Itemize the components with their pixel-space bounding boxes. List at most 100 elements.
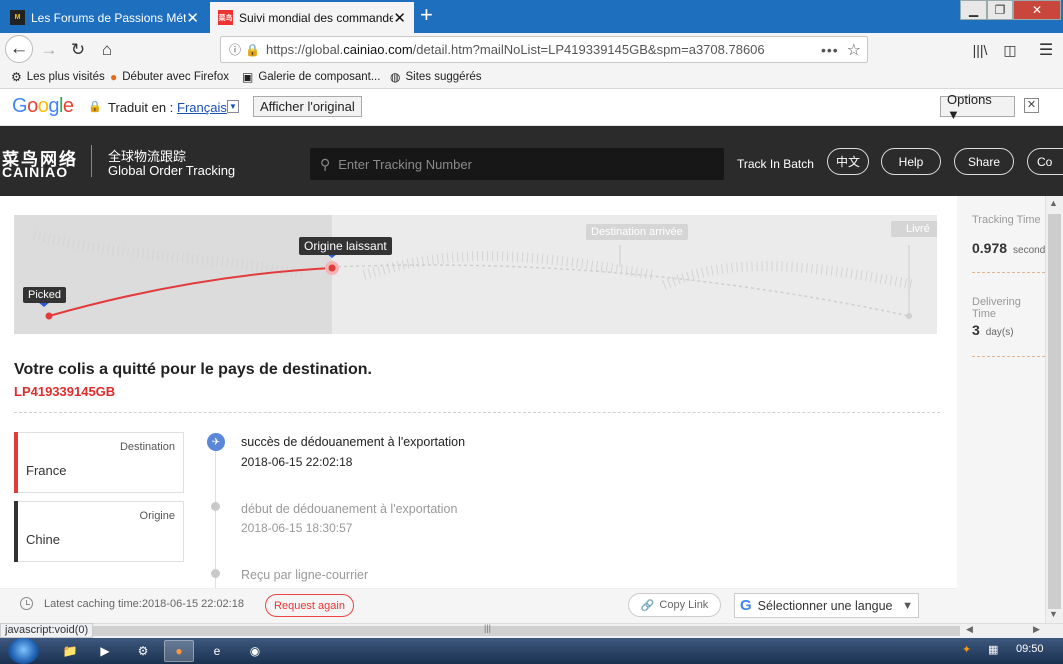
chinese-language-button[interactable]: 中文	[827, 148, 869, 175]
progress-map: Picked Origine laissant Destination arri…	[14, 215, 937, 334]
tracking-search-box: ⚲	[310, 148, 724, 180]
destination-value: France	[26, 463, 67, 478]
help-button[interactable]: Help	[881, 148, 941, 175]
track-in-batch-link[interactable]: Track In Batch	[737, 157, 814, 171]
share-button[interactable]: Share	[954, 148, 1014, 175]
destination-card: Destination France	[14, 432, 184, 493]
map-texture	[32, 230, 915, 290]
chrome-icon[interactable]: ◉	[240, 640, 270, 662]
options-button[interactable]: Options ▼	[940, 92, 1015, 122]
scroll-right-icon[interactable]: ▶	[1033, 624, 1040, 635]
tab-title: Suivi mondial des commandes	[239, 10, 394, 25]
tab-strip: M Les Forums de Passions Métriq ✕ 菜鸟 Sui…	[0, 0, 1063, 33]
picked-dot	[45, 312, 53, 320]
scroll-up-icon[interactable]: ▲	[1049, 198, 1058, 208]
delivering-time-unit: day(s)	[985, 327, 1014, 338]
plane-icon: ✈	[207, 433, 225, 451]
show-original-button[interactable]: Afficher l'original	[253, 96, 362, 117]
restore-icon[interactable]: ❐	[987, 0, 1013, 20]
horizontal-scrollbar[interactable]: ||| ◀ ▶	[0, 623, 1063, 638]
arrow-right-icon: →	[40, 40, 58, 59]
event-date: 2018-06-15 18:30:57	[241, 521, 353, 535]
google-logo: Google	[12, 95, 74, 117]
tracking-number: LP419339145GB	[14, 384, 116, 399]
delivering-time-number: 3	[972, 322, 980, 338]
menu-icon[interactable]: ☰	[1034, 38, 1058, 62]
lock-icon: 🔒	[245, 42, 260, 57]
scroll-left-icon[interactable]: ◀	[966, 624, 973, 635]
network-icon[interactable]: ▦	[988, 643, 998, 656]
minimize-icon[interactable]: ▁	[960, 0, 987, 20]
cache-info: Latest caching time:2018-06-15 22:02:18	[20, 597, 244, 610]
bookmark-label: Galerie de composant...	[258, 71, 381, 83]
explorer-icon[interactable]: 📁	[55, 640, 85, 662]
tab-cainiao[interactable]: 菜鸟 Suivi mondial des commandes ✕	[210, 2, 414, 33]
tracking-number-input[interactable]	[338, 156, 699, 172]
bookmark-gallery[interactable]: ▣ Galerie de composant...	[242, 70, 380, 84]
gear-icon: ⚙	[11, 70, 22, 84]
event-date: 2018-06-15 22:02:18	[241, 455, 353, 469]
close-icon[interactable]: ✕	[1024, 98, 1039, 113]
clock[interactable]: 09:50	[1016, 643, 1044, 655]
windows-taskbar: 📁 ▶ ⚙ ● e ◉ ✦ ▦ 09:50	[0, 638, 1063, 664]
status-message: Votre colis a quitté pour le pays de des…	[14, 361, 372, 378]
page-actions-button[interactable]: •••	[821, 42, 839, 58]
logo-english[interactable]: CAINIAO	[2, 164, 68, 180]
request-again-button[interactable]: Request again	[265, 594, 354, 617]
header-divider	[91, 145, 92, 177]
sidebar-icon[interactable]: ◫	[998, 38, 1022, 62]
tracking-time-value: 0.978 seconds	[972, 240, 1045, 256]
dashed-divider	[972, 356, 1045, 357]
new-tab-button[interactable]: +	[420, 4, 433, 26]
bookmark-label: Les plus visités	[26, 71, 105, 83]
home-button[interactable]: ⌂	[95, 38, 119, 62]
media-player-icon[interactable]: ▶	[90, 640, 120, 662]
tab-close-icon[interactable]: ✕	[186, 9, 199, 27]
tab-forums[interactable]: M Les Forums de Passions Métriq ✕	[2, 2, 207, 33]
library-icon[interactable]: |||\	[968, 38, 992, 62]
tray-app-icon[interactable]: ✦	[962, 643, 971, 656]
google-g-icon: G	[740, 597, 752, 614]
delivering-time-value: 3 day(s)	[972, 322, 1014, 338]
back-button[interactable]: ←	[5, 35, 33, 63]
tab-close-icon[interactable]: ✕	[393, 9, 406, 27]
bookmark-label: Sites suggérés	[405, 71, 482, 83]
ie-icon[interactable]: e	[202, 640, 232, 662]
url-bar[interactable]: ⓘ 🔒 https://global.cainiao.com/detail.ht…	[220, 36, 868, 63]
remaining-route	[331, 264, 910, 317]
bookmark-suggested-sites[interactable]: ◍ Sites suggérés	[390, 70, 482, 84]
dashed-divider	[972, 272, 1045, 273]
bookmark-star-icon[interactable]: ☆	[847, 40, 861, 60]
dropdown-arrow-icon[interactable]: ▼	[227, 100, 239, 113]
bookmark-label: Débuter avec Firefox	[122, 71, 229, 83]
start-button[interactable]	[8, 638, 39, 664]
url-text[interactable]: https://global.cainiao.com/detail.htm?ma…	[266, 42, 813, 57]
bookmark-most-visited[interactable]: ⚙ Les plus visités	[11, 70, 105, 84]
origin-label: Origine	[139, 510, 175, 522]
google-language-select[interactable]: G Sélectionner une langue ▼	[734, 593, 919, 618]
info-icon[interactable]: ⓘ	[229, 41, 241, 58]
vertical-scrollbar[interactable]: ▲ ▼	[1045, 196, 1063, 623]
forward-button[interactable]: →	[37, 38, 61, 62]
bookmark-getting-started[interactable]: ● Débuter avec Firefox	[110, 70, 229, 84]
delivered-label: Livré	[891, 221, 937, 237]
navigation-toolbar: ← → ↻ ⌂ ⓘ 🔒 https://global.cainiao.com/d…	[0, 33, 1063, 66]
contact-button[interactable]: Co	[1027, 148, 1063, 175]
firefox-taskbar-icon[interactable]: ●	[164, 640, 194, 662]
picked-label: Picked	[23, 287, 67, 303]
scroll-thumb[interactable]	[1048, 214, 1061, 609]
reload-icon: ↻	[70, 40, 86, 59]
title-english: Global Order Tracking	[108, 163, 236, 178]
copy-link-button[interactable]: 🔗 Copy Link	[628, 593, 721, 617]
scroll-down-icon[interactable]: ▼	[1049, 609, 1058, 619]
cainiao-favicon-icon: 菜鸟	[218, 10, 233, 25]
event-title: succès de dédouanement à l'exportation	[241, 435, 466, 449]
close-window-icon[interactable]: ✕	[1013, 0, 1061, 20]
home-icon: ⌂	[101, 40, 113, 59]
timeline-dot	[211, 569, 220, 578]
origin-card: Origine Chine	[14, 501, 184, 562]
reload-button[interactable]: ↻	[66, 38, 90, 62]
settings-app-icon[interactable]: ⚙	[128, 640, 158, 662]
origin-dot	[328, 264, 336, 272]
language-select[interactable]: Français	[177, 100, 227, 115]
